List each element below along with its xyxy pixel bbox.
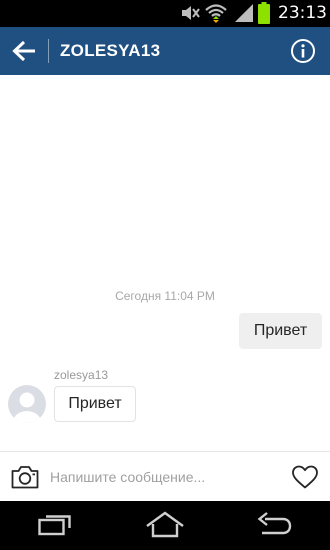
status-bar: 23:13 xyxy=(0,0,330,27)
navigation-bar xyxy=(0,501,330,550)
message-input[interactable] xyxy=(50,460,280,494)
direct-message-screen: 23:13 ZOLESYA13 Сегодня 11:04 PM Привет … xyxy=(0,0,330,550)
conversation-title[interactable]: ZOLESYA13 xyxy=(60,27,160,75)
heart-icon[interactable] xyxy=(291,464,319,490)
home-icon[interactable] xyxy=(145,511,185,539)
arrow-left-icon[interactable] xyxy=(8,35,40,67)
battery-icon xyxy=(258,2,270,24)
camera-icon[interactable] xyxy=(10,464,40,490)
back-icon[interactable] xyxy=(254,511,294,539)
outgoing-message-bubble[interactable]: Привет xyxy=(239,313,322,349)
message-composer xyxy=(0,451,330,501)
conversation-timestamp: Сегодня 11:04 PM xyxy=(115,289,215,303)
info-circle-icon[interactable] xyxy=(290,38,316,64)
app-bar: ZOLESYA13 xyxy=(0,27,330,75)
status-time: 23:13 xyxy=(278,3,327,23)
wifi-icon xyxy=(205,4,227,23)
recent-apps-icon[interactable] xyxy=(36,511,76,539)
mute-icon xyxy=(182,6,200,20)
app-bar-divider xyxy=(48,39,49,63)
signal-icon xyxy=(235,4,253,22)
sender-name: zolesya13 xyxy=(54,368,109,382)
default-avatar-icon[interactable] xyxy=(8,385,46,423)
incoming-message-bubble[interactable]: Привет xyxy=(54,386,136,422)
